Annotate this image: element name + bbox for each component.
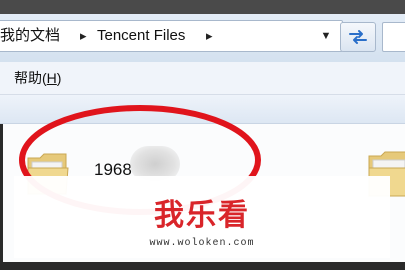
- frame-edge: [0, 124, 3, 270]
- frame-edge: [0, 262, 405, 270]
- menu-help-label: 帮助: [14, 70, 42, 86]
- menu-help-accelerator: H: [46, 70, 57, 86]
- chevron-down-icon[interactable]: ▼: [316, 26, 336, 46]
- watermark-logo: 我乐看: [154, 199, 250, 232]
- breadcrumb-separator-icon[interactable]: ▸: [206, 26, 213, 46]
- refresh-icon: [349, 30, 367, 44]
- menu-help[interactable]: 帮助(H): [14, 68, 61, 88]
- breadcrumb-separator-icon[interactable]: ▸: [80, 26, 87, 46]
- search-input[interactable]: [382, 22, 405, 52]
- command-toolbar: [0, 95, 405, 124]
- refresh-button[interactable]: [340, 22, 376, 52]
- breadcrumb-documents[interactable]: 我的文档: [0, 26, 60, 46]
- window-title-bar: [0, 0, 405, 14]
- watermark-url: www.woloken.com: [149, 238, 255, 249]
- breadcrumb-tencent-files[interactable]: Tencent Files: [97, 26, 185, 46]
